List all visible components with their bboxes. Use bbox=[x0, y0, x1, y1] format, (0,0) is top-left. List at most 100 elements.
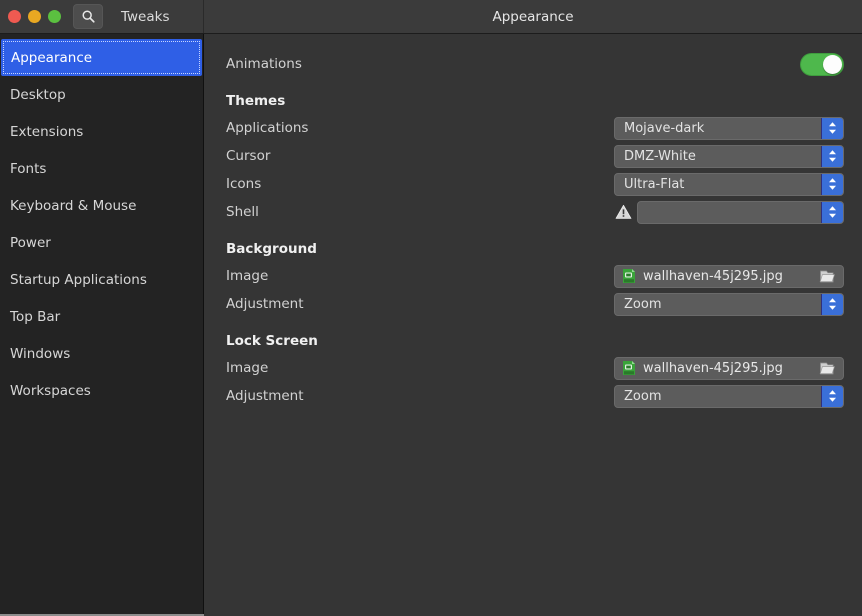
row-shell-theme: Shell bbox=[226, 198, 844, 226]
lockscreen-image-control: wallhaven-45j295.jpg bbox=[612, 356, 844, 380]
row-animations: Animations bbox=[226, 50, 844, 78]
search-button[interactable] bbox=[73, 4, 103, 29]
sidebar-item-label: Extensions bbox=[10, 123, 84, 140]
window-body: Appearance Desktop Extensions Fonts Keyb… bbox=[0, 34, 862, 616]
applications-control: Mojave-dark bbox=[612, 116, 844, 140]
sidebar-item-appearance[interactable]: Appearance bbox=[1, 39, 202, 76]
chevron-updown-glyph bbox=[829, 150, 836, 162]
sidebar-item-top-bar[interactable]: Top Bar bbox=[0, 298, 203, 335]
chevron-updown-glyph bbox=[829, 206, 836, 218]
lockscreen-image-file-button[interactable]: wallhaven-45j295.jpg bbox=[614, 356, 844, 380]
sidebar-item-label: Startup Applications bbox=[10, 271, 147, 288]
settings-panel: Animations Themes Applications Mojave-da… bbox=[204, 34, 862, 616]
background-image-label: Image bbox=[226, 268, 269, 284]
row-applications-theme: Applications Mojave-dark bbox=[226, 114, 844, 142]
row-cursor-theme: Cursor DMZ-White bbox=[226, 142, 844, 170]
open-folder-icon[interactable] bbox=[818, 268, 836, 284]
window-controls bbox=[8, 10, 61, 23]
animations-toggle[interactable] bbox=[800, 52, 844, 76]
sidebar-item-label: Power bbox=[10, 234, 51, 251]
titlebar-right: Appearance bbox=[204, 0, 862, 33]
chevron-updown-glyph bbox=[829, 178, 836, 190]
lockscreen-adjustment-control: Zoom bbox=[612, 384, 844, 408]
sidebar: Appearance Desktop Extensions Fonts Keyb… bbox=[0, 34, 204, 616]
animations-label: Animations bbox=[226, 56, 302, 72]
lockscreen-adjustment-value: Zoom bbox=[624, 388, 662, 404]
row-icons-theme: Icons Ultra-Flat bbox=[226, 170, 844, 198]
section-background: Background bbox=[226, 241, 317, 257]
warning-icon bbox=[615, 204, 632, 219]
cursor-theme-dropdown[interactable]: DMZ-White bbox=[614, 144, 844, 168]
chevron-updown-icon[interactable] bbox=[821, 385, 843, 407]
chevron-updown-glyph bbox=[829, 298, 836, 310]
icons-label: Icons bbox=[226, 176, 262, 192]
jpg-file-icon bbox=[623, 361, 635, 375]
background-adjustment-dropdown[interactable]: Zoom bbox=[614, 292, 844, 316]
chevron-updown-glyph bbox=[829, 122, 836, 134]
icons-control: Ultra-Flat bbox=[612, 172, 844, 196]
titlebar: Tweaks Appearance bbox=[0, 0, 862, 34]
search-icon bbox=[82, 10, 95, 23]
open-folder-icon[interactable] bbox=[818, 360, 836, 376]
sidebar-item-label: Desktop bbox=[10, 86, 66, 103]
sidebar-item-extensions[interactable]: Extensions bbox=[0, 113, 203, 150]
tweaks-window: Tweaks Appearance Appearance Desktop Ext… bbox=[0, 0, 862, 616]
sidebar-item-windows[interactable]: Windows bbox=[0, 335, 203, 372]
sidebar-item-label: Windows bbox=[10, 345, 71, 362]
background-adjustment-label: Adjustment bbox=[226, 296, 304, 312]
shell-warning bbox=[612, 204, 635, 220]
icons-theme-dropdown[interactable]: Ultra-Flat bbox=[614, 172, 844, 196]
background-image-file-button[interactable]: wallhaven-45j295.jpg bbox=[614, 264, 844, 288]
background-image-value: wallhaven-45j295.jpg bbox=[643, 268, 783, 284]
chevron-updown-icon[interactable] bbox=[821, 117, 843, 139]
cursor-theme-value: DMZ-White bbox=[624, 148, 696, 164]
sidebar-item-keyboard-and-mouse[interactable]: Keyboard & Mouse bbox=[0, 187, 203, 224]
shell-label: Shell bbox=[226, 204, 259, 220]
sidebar-item-label: Appearance bbox=[11, 49, 93, 66]
background-image-control: wallhaven-45j295.jpg bbox=[612, 264, 844, 288]
sidebar-item-desktop[interactable]: Desktop bbox=[0, 76, 203, 113]
chevron-updown-icon[interactable] bbox=[821, 293, 843, 315]
icons-theme-value: Ultra-Flat bbox=[624, 176, 685, 192]
background-adjustment-value: Zoom bbox=[624, 296, 662, 312]
lockscreen-image-label: Image bbox=[226, 360, 269, 376]
sidebar-item-label: Workspaces bbox=[10, 382, 91, 399]
page-title: Appearance bbox=[492, 8, 574, 25]
lockscreen-image-value: wallhaven-45j295.jpg bbox=[643, 360, 783, 376]
sidebar-item-power[interactable]: Power bbox=[0, 224, 203, 261]
maximize-window-button[interactable] bbox=[48, 10, 61, 23]
chevron-updown-icon[interactable] bbox=[821, 173, 843, 195]
sidebar-item-workspaces[interactable]: Workspaces bbox=[0, 372, 203, 409]
sidebar-item-label: Top Bar bbox=[10, 308, 61, 325]
shell-theme-dropdown[interactable] bbox=[637, 200, 844, 224]
sidebar-item-fonts[interactable]: Fonts bbox=[0, 150, 203, 187]
chevron-updown-glyph bbox=[829, 390, 836, 402]
section-themes: Themes bbox=[226, 93, 286, 109]
row-lockscreen-adjustment: Adjustment Zoom bbox=[226, 382, 844, 410]
applications-theme-value: Mojave-dark bbox=[624, 120, 705, 136]
applications-label: Applications bbox=[226, 120, 309, 136]
lockscreen-adjustment-label: Adjustment bbox=[226, 388, 304, 404]
cursor-label: Cursor bbox=[226, 148, 271, 164]
sidebar-item-label: Keyboard & Mouse bbox=[10, 197, 137, 214]
shell-control bbox=[612, 200, 844, 224]
lockscreen-adjustment-dropdown[interactable]: Zoom bbox=[614, 384, 844, 408]
applications-theme-dropdown[interactable]: Mojave-dark bbox=[614, 116, 844, 140]
minimize-window-button[interactable] bbox=[28, 10, 41, 23]
section-lock-screen: Lock Screen bbox=[226, 333, 318, 349]
row-background-adjustment: Adjustment Zoom bbox=[226, 290, 844, 318]
titlebar-left: Tweaks bbox=[0, 0, 204, 33]
background-adjustment-control: Zoom bbox=[612, 292, 844, 316]
chevron-updown-icon[interactable] bbox=[821, 201, 843, 223]
row-background-image: Image wallhaven-45j295.jpg bbox=[226, 262, 844, 290]
toggle-knob bbox=[823, 54, 842, 74]
close-window-button[interactable] bbox=[8, 10, 21, 23]
jpg-file-icon bbox=[623, 269, 635, 283]
app-name: Tweaks bbox=[121, 8, 170, 25]
sidebar-item-startup-applications[interactable]: Startup Applications bbox=[0, 261, 203, 298]
chevron-updown-icon[interactable] bbox=[821, 145, 843, 167]
row-lockscreen-image: Image wallhaven-45j295.jpg bbox=[226, 354, 844, 382]
sidebar-item-label: Fonts bbox=[10, 160, 47, 177]
cursor-control: DMZ-White bbox=[612, 144, 844, 168]
animations-control bbox=[612, 52, 844, 76]
